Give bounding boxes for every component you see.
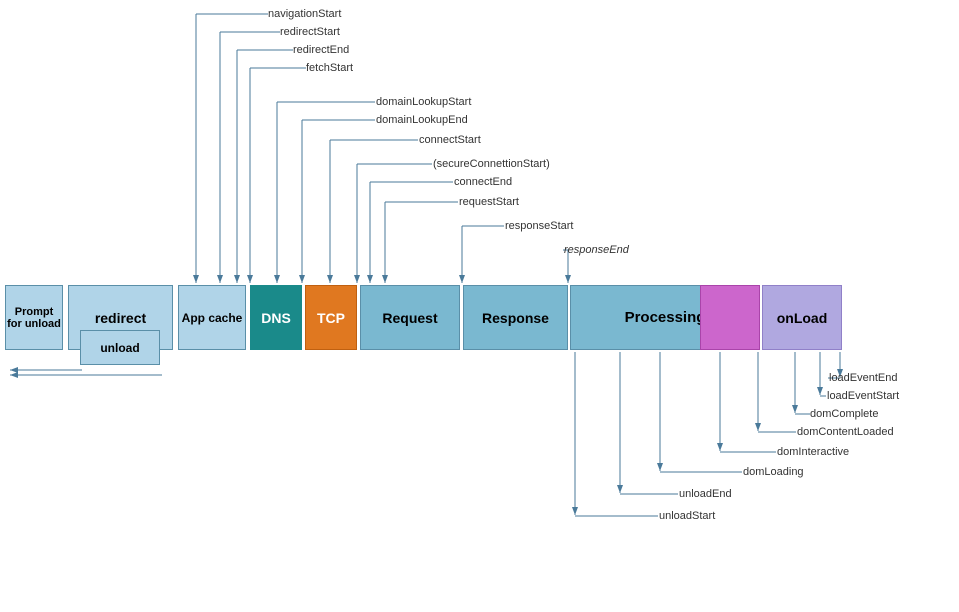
label-unload-start: unloadStart (659, 510, 715, 522)
onload-box: onLoad (762, 285, 842, 350)
label-domain-lookup-end: domainLookupEnd (376, 114, 468, 126)
label-redirect-start: redirectStart (280, 26, 340, 38)
label-dom-complete: domComplete (810, 408, 878, 420)
unload-box: unload (80, 330, 160, 365)
label-request-start: requestStart (459, 196, 519, 208)
response-box: Response (463, 285, 568, 350)
label-navigation-start: navigationStart (268, 8, 341, 20)
label-dom-interactive: domInteractive (777, 446, 849, 458)
label-connect-start: connectStart (419, 134, 481, 146)
label-response-start: responseStart (505, 220, 573, 232)
processing-purple-overlay (700, 285, 760, 350)
app-cache-box: App cache (178, 285, 246, 350)
dns-box: DNS (250, 285, 302, 350)
label-fetch-start: fetchStart (306, 62, 353, 74)
label-dom-loading: domLoading (743, 466, 804, 478)
label-dom-content-loaded: domContentLoaded (797, 426, 894, 438)
processing-label: Processing (625, 309, 706, 326)
label-load-event-start: loadEventStart (827, 390, 899, 402)
label-secure-connection-start: (secureConnettionStart) (433, 158, 550, 170)
request-box: Request (360, 285, 460, 350)
prompt-for-unload-box: Prompt for unload (5, 285, 63, 350)
label-domain-lookup-start: domainLookupStart (376, 96, 471, 108)
label-load-event-end: loadEventEnd (829, 372, 898, 384)
label-connect-end: connectEnd (454, 176, 512, 188)
label-unload-end: unloadEnd (679, 488, 732, 500)
label-redirect-end: redirectEnd (293, 44, 349, 56)
tcp-box: TCP (305, 285, 357, 350)
label-response-end: responseEnd (564, 244, 629, 256)
